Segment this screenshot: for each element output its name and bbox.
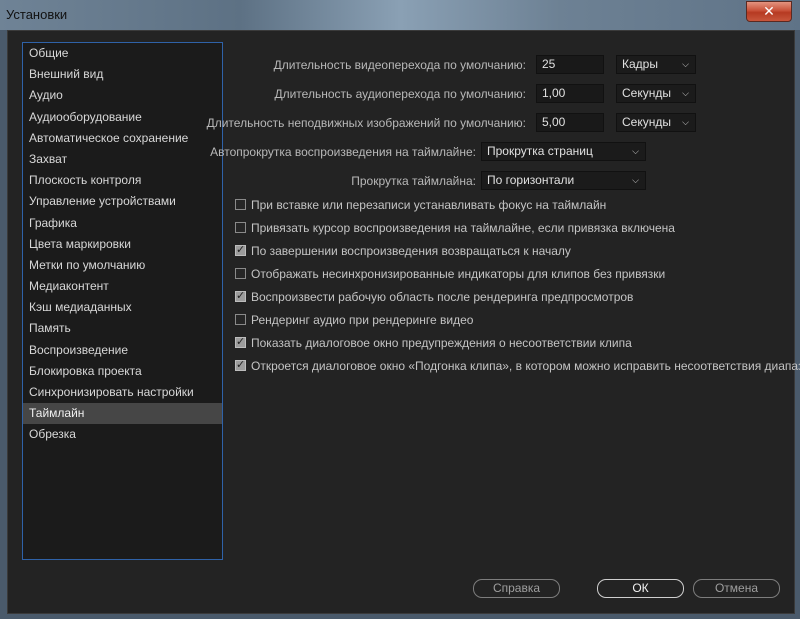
chevron-down-icon: ⌵	[682, 59, 689, 69]
timeline-scroll-row: Прокрутка таймлайна:	[228, 171, 476, 191]
video-transition-unit-select[interactable]: Кадры ⌵	[616, 55, 696, 74]
sidebar-item-appearance[interactable]: Внешний вид	[23, 64, 222, 85]
sidebar-item-capture[interactable]: Захват	[23, 149, 222, 170]
checkbox-box[interactable]	[235, 199, 246, 210]
sidebar-item-playback[interactable]: Воспроизведение	[23, 340, 222, 361]
checkbox-label: Воспроизвести рабочую область после ренд…	[251, 290, 634, 304]
checkbox-box[interactable]	[235, 222, 246, 233]
checkbox-box[interactable]	[235, 243, 246, 256]
sidebar-item-audio-hardware[interactable]: Аудиооборудование	[23, 107, 222, 128]
close-button[interactable]: ✕	[746, 1, 792, 22]
sidebar-item-sync-settings[interactable]: Синхронизировать настройки	[23, 382, 222, 403]
close-icon: ✕	[763, 3, 775, 19]
autoscroll-row: Автопрокрутка воспроизведения на таймлай…	[210, 142, 476, 162]
autoscroll-select[interactable]: Прокрутка страниц ⌵	[481, 142, 646, 161]
audio-transition-row: Длительность аудиоперехода по умолчанию:	[228, 84, 526, 104]
sidebar-item-media[interactable]: Медиаконтент	[23, 276, 222, 297]
checkbox-label: Привязать курсор воспроизведения на тайм…	[251, 221, 675, 235]
cancel-button[interactable]: Отмена	[693, 579, 780, 598]
sidebar-item-audio[interactable]: Аудио	[23, 85, 222, 106]
still-image-unit-value: Секунды	[622, 115, 671, 129]
timeline-scroll-value: По горизонтали	[487, 173, 575, 187]
checkbox-label: Отображать несинхронизированные индикато…	[251, 267, 666, 281]
timeline-scroll-select[interactable]: По горизонтали ⌵	[481, 171, 646, 190]
ok-button[interactable]: ОК	[597, 579, 684, 598]
video-transition-unit-value: Кадры	[622, 57, 658, 71]
video-transition-row: Длительность видеоперехода по умолчанию:	[228, 55, 526, 75]
checkbox-box[interactable]	[235, 335, 246, 348]
help-button[interactable]: Справка	[473, 579, 560, 598]
audio-transition-unit-select[interactable]: Секунды ⌵	[616, 84, 696, 103]
window-title: Установки	[6, 7, 68, 22]
chevron-down-icon: ⌵	[682, 117, 689, 127]
checkbox-box[interactable]	[235, 358, 246, 371]
checkbox-label: По завершении воспроизведения возвращать…	[251, 244, 571, 258]
sidebar-item-timeline[interactable]: Таймлайн	[23, 403, 222, 425]
still-image-input[interactable]: 5,00	[536, 113, 604, 132]
preferences-window: Установки ✕ Общие Внешний вид Аудио Ауди…	[0, 0, 800, 619]
category-list[interactable]: Общие Внешний вид Аудио Аудиооборудовани…	[22, 42, 223, 560]
timeline-scroll-label: Прокрутка таймлайна:	[351, 174, 476, 188]
still-image-row: Длительность неподвижных изображений по …	[207, 113, 526, 133]
chevron-down-icon: ⌵	[632, 175, 639, 185]
sidebar-item-label-defaults[interactable]: Метки по умолчанию	[23, 255, 222, 276]
checkbox-box[interactable]	[235, 314, 246, 325]
sidebar-item-memory[interactable]: Память	[23, 318, 222, 339]
still-image-unit-select[interactable]: Секунды ⌵	[616, 113, 696, 132]
dialog-content: Общие Внешний вид Аудио Аудиооборудовани…	[7, 30, 800, 614]
audio-transition-label: Длительность аудиоперехода по умолчанию:	[274, 87, 526, 101]
video-transition-label: Длительность видеоперехода по умолчанию:	[273, 58, 526, 72]
audio-transition-input[interactable]: 1,00	[536, 84, 604, 103]
checkbox-label: При вставке или перезаписи устанавливать…	[251, 198, 607, 212]
autoscroll-value: Прокрутка страниц	[487, 144, 593, 158]
sidebar-item-media-cache[interactable]: Кэш медиаданных	[23, 297, 222, 318]
checkbox-label: Показать диалоговое окно предупреждения …	[251, 336, 632, 350]
sidebar-item-auto-save[interactable]: Автоматическое сохранение	[23, 128, 222, 149]
sidebar-item-control-surface[interactable]: Плоскость контроля	[23, 170, 222, 191]
chevron-down-icon: ⌵	[682, 88, 689, 98]
sidebar-item-graphics[interactable]: Графика	[23, 213, 222, 234]
sidebar-item-project-locking[interactable]: Блокировка проекта	[23, 361, 222, 382]
sidebar-item-general[interactable]: Общие	[23, 43, 222, 64]
checkbox-label: Рендеринг аудио при рендеринге видео	[251, 313, 474, 327]
checkbox-label: Откроется диалоговое окно «Подгонка клип…	[251, 359, 800, 373]
audio-transition-unit-value: Секунды	[622, 86, 671, 100]
sidebar-item-label-colors[interactable]: Цвета маркировки	[23, 234, 222, 255]
title-bar[interactable]: Установки ✕	[0, 0, 800, 30]
video-transition-input[interactable]: 25	[536, 55, 604, 74]
chevron-down-icon: ⌵	[632, 146, 639, 156]
checkbox-box[interactable]	[235, 289, 246, 302]
still-image-label: Длительность неподвижных изображений по …	[206, 116, 526, 130]
checkbox-box[interactable]	[235, 268, 246, 279]
sidebar-item-device-control[interactable]: Управление устройствами	[23, 191, 222, 212]
sidebar-item-trim[interactable]: Обрезка	[23, 424, 222, 445]
autoscroll-label: Автопрокрутка воспроизведения на таймлай…	[210, 145, 476, 159]
